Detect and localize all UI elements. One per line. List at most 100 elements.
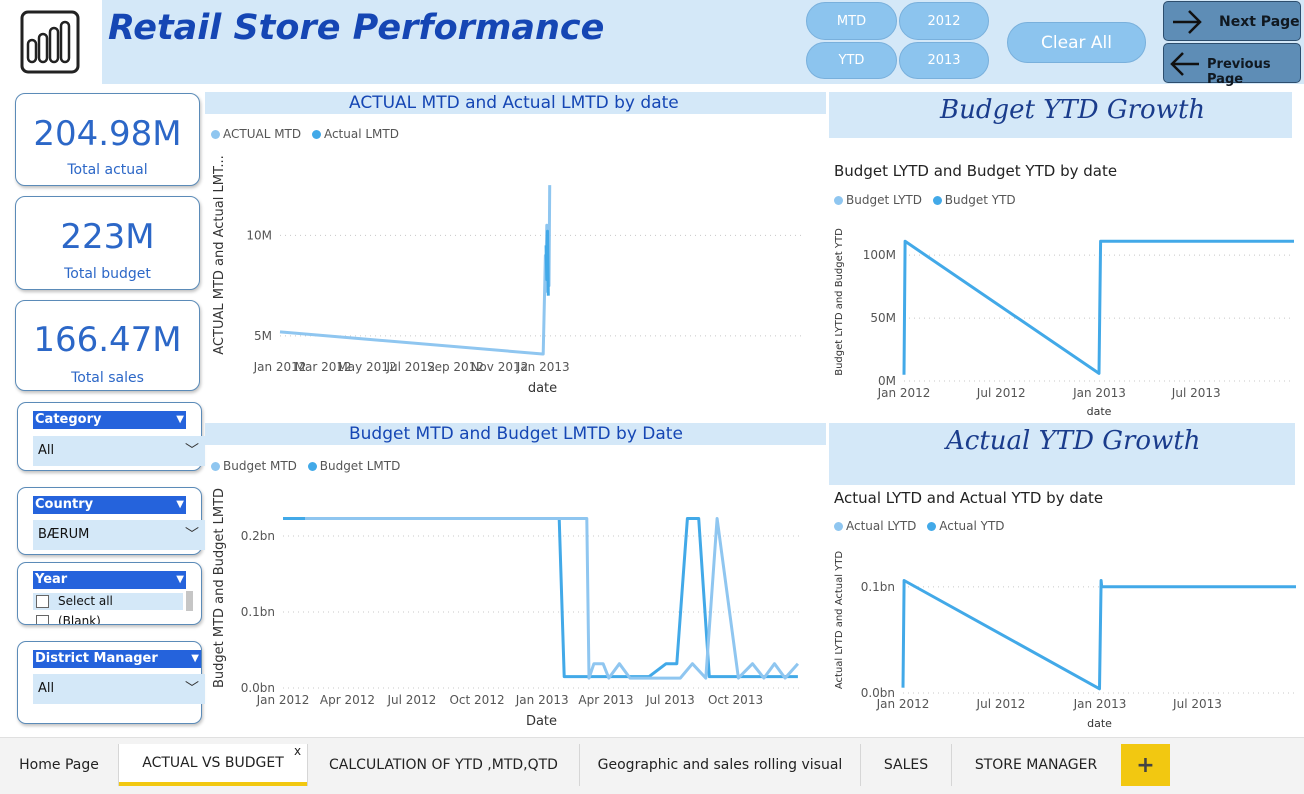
slicer-title: Year xyxy=(35,572,68,587)
chevron-down-icon: ▼ xyxy=(176,574,184,585)
x-axis-title: date xyxy=(528,381,557,396)
district-manager-dropdown[interactable]: All ﹀ xyxy=(33,674,205,704)
year-option-blank[interactable]: (Blank) xyxy=(33,613,183,624)
district-manager-slicer-header[interactable]: District Manager ▼ xyxy=(33,650,201,668)
country-dropdown[interactable]: BÆRUM ﹀ xyxy=(33,520,205,550)
slicer-title: District Manager xyxy=(35,651,158,666)
x-tick-label: Jul 2013 xyxy=(1171,386,1221,400)
scrollbar[interactable] xyxy=(186,591,193,611)
actual-ytd-chart: 0.0bn0.1bnJan 2012 Jul 2012 Jan 2013 Jul 20… xyxy=(834,551,1296,730)
page-title: Retail Store Performance xyxy=(108,8,605,48)
add-page-button[interactable]: + xyxy=(1121,744,1170,786)
x-tick-label: Jul 2013 xyxy=(1172,697,1222,711)
kpi-value: 166.47M xyxy=(33,320,182,360)
chart-legend: Budget LYTD Budget YTD xyxy=(834,193,1016,207)
chevron-down-icon: ﹀ xyxy=(185,443,199,459)
chart-title: Budget LYTD and Budget YTD by date xyxy=(834,162,1118,180)
x-tick-label: Jul 2012 xyxy=(976,697,1026,711)
category-slicer-header[interactable]: Category ▼ xyxy=(33,411,186,429)
chart-title: Actual LYTD and Actual YTD by date xyxy=(834,489,1104,507)
country-slicer-header[interactable]: Country ▼ xyxy=(33,496,186,514)
legend-dot xyxy=(932,196,942,205)
legend-dot xyxy=(834,522,843,531)
dropdown-value: All xyxy=(38,681,55,696)
x-tick-label: Apr 2013 xyxy=(578,693,633,707)
x-tick-label: Jan 2013 xyxy=(1073,697,1127,711)
chart-title: ACTUAL MTD and Actual LMTD by date xyxy=(349,93,679,113)
legend-dot xyxy=(307,462,317,471)
tab-store-manager[interactable]: STORE MANAGER xyxy=(952,744,1120,786)
category-dropdown[interactable]: All ﹀ xyxy=(33,436,205,466)
district-manager-slicer: District Manager ▼ All ﹀ xyxy=(17,641,205,724)
kpi-card-total-budget: 223M Total budget xyxy=(15,196,200,290)
category-slicer: Category ▼ All ﹀ xyxy=(17,402,205,471)
legend-label: Budget YTD xyxy=(944,193,1016,207)
legend-label: Budget LYTD xyxy=(846,193,922,207)
arrow-left-icon xyxy=(1170,52,1199,76)
tab-sales[interactable]: SALES xyxy=(861,744,951,786)
kpi-label: Total budget xyxy=(64,266,151,282)
series-line xyxy=(279,185,552,356)
x-tick-label: Jul 2013 xyxy=(645,693,695,707)
year-2012-button[interactable]: 2012 xyxy=(899,2,989,40)
year-option-select-all[interactable]: Select all xyxy=(33,593,183,610)
chart-title: Budget MTD and Budget LMTD by Date xyxy=(349,424,683,444)
option-label: Select all xyxy=(58,594,113,608)
chevron-down-icon: ﹀ xyxy=(185,681,199,697)
tab-home-page[interactable]: Home Page xyxy=(0,744,118,786)
legend-label: Budget MTD xyxy=(223,459,297,473)
actual-ytd-growth-title: Actual YTD Growth xyxy=(946,426,1201,456)
slicer-title: Category xyxy=(35,412,102,427)
chevron-down-icon: ▼ xyxy=(191,653,199,664)
x-tick-label: Jan 2012 xyxy=(256,693,310,707)
y-axis-title: Budget MTD and Budget LMTD xyxy=(212,488,227,688)
y-tick-label: 0.1bn xyxy=(241,605,275,619)
year-2013-button[interactable]: 2013 xyxy=(899,42,989,79)
legend-dot xyxy=(834,196,843,205)
budget-mtd-chart: 0.0bn0.1bn0.2bnJan 2012 Apr 2012 Jul 2012 O… xyxy=(212,488,800,729)
series-line xyxy=(902,239,1294,375)
tab-calculation-ytd-mtd-qtd[interactable]: CALCULATION OF YTD ,MTD,QTD xyxy=(308,744,579,786)
kpi-label: Total sales xyxy=(71,370,144,386)
previous-page-button[interactable]: Previous Page xyxy=(1163,43,1301,87)
x-tick-label: Jan 2013 xyxy=(515,693,569,707)
tab-close-icon[interactable]: x xyxy=(294,744,301,758)
legend-dot xyxy=(311,130,321,139)
chart-legend: Budget MTD Budget LMTD xyxy=(211,459,400,473)
chevron-down-icon: ▼ xyxy=(176,414,184,425)
y-axis-title: Actual LYTD and Actual YTD xyxy=(834,551,845,690)
x-tick-label: Jul 2012 xyxy=(386,693,436,707)
tab-geographic-sales-rolling[interactable]: Geographic and sales rolling visual xyxy=(580,744,860,786)
clear-all-button[interactable]: Clear All xyxy=(1007,22,1146,63)
x-axis-title: date xyxy=(1087,717,1112,730)
logo-container xyxy=(0,0,102,84)
kpi-card-total-actual: 204.98M Total actual xyxy=(15,93,200,186)
y-tick-label: 50M xyxy=(870,311,896,325)
kpi-label: Total actual xyxy=(67,162,148,178)
legend-label: Actual YTD xyxy=(939,519,1005,533)
mtd-button[interactable]: MTD xyxy=(806,2,897,40)
previous-page-label: Previous Page xyxy=(1207,57,1271,87)
year-slicer-header[interactable]: Year ▼ xyxy=(33,571,186,589)
powerbi-logo-icon xyxy=(20,10,80,74)
chevron-down-icon: ﹀ xyxy=(185,527,199,543)
tab-actual-vs-budget[interactable]: ACTUAL VS BUDGET xyxy=(119,744,307,786)
checkbox[interactable] xyxy=(36,595,49,608)
y-tick-label: 5M xyxy=(254,329,272,343)
ytd-button[interactable]: YTD xyxy=(806,42,897,79)
legend-label: Actual LMTD xyxy=(323,127,399,141)
x-tick-label: Jul 2012 xyxy=(976,386,1026,400)
tab-label: ACTUAL VS BUDGET xyxy=(142,755,284,771)
country-slicer: Country ▼ BÆRUM ﹀ xyxy=(17,487,205,555)
legend-dot xyxy=(211,130,220,139)
y-axis-title: Budget LYTD and Budget YTD xyxy=(834,228,845,376)
y-tick-label: 0.1bn xyxy=(861,580,895,594)
x-axis-title: Date xyxy=(526,714,557,729)
checkbox[interactable] xyxy=(36,615,49,624)
arrow-right-icon xyxy=(1173,10,1202,34)
next-page-button[interactable]: Next Page xyxy=(1163,1,1301,41)
x-tick-label: Oct 2013 xyxy=(708,693,763,707)
legend-label: Actual LYTD xyxy=(846,519,917,533)
budget-ytd-growth-title: Budget YTD Growth xyxy=(940,95,1206,125)
dropdown-value: BÆRUM xyxy=(38,527,90,542)
